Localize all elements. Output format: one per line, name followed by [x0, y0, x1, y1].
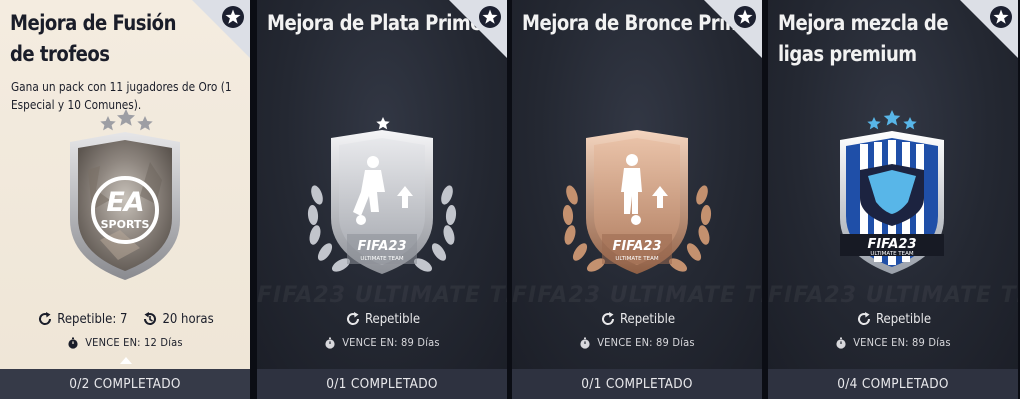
expires-label: VENCE EN: 89 Días: [342, 336, 440, 349]
stopwatch-icon: [68, 337, 78, 349]
expire-info: VENCE EN: 12 Días: [0, 336, 250, 349]
selected-indicator: [120, 357, 132, 364]
svg-text:FIFA23: FIFA23: [612, 239, 661, 254]
progress-footer: 0/4 COMPLETADO: [768, 369, 1018, 399]
refresh-timer-icon: [144, 312, 157, 325]
objective-card-bronze-prime[interactable]: Mejora de Bronce Prime FIFA23 ULTIMATE T…: [512, 0, 762, 399]
svg-text:FIFA23: FIFA23: [867, 237, 916, 252]
svg-text:SPORTS: SPORTS: [101, 218, 150, 231]
bronze-player-shield-icon: FIFA23 ULTIMATE TEAM: [562, 130, 712, 274]
stopwatch-icon: [836, 337, 846, 349]
expires-label: VENCE EN: 12 Días: [85, 336, 183, 349]
favorite-star-button[interactable]: [190, 0, 250, 60]
expires-label: VENCE EN: 89 Días: [597, 336, 695, 349]
svg-text:ULTIMATE TEAM: ULTIMATE TEAM: [615, 256, 659, 262]
svg-text:FIFA23: FIFA23: [357, 239, 406, 254]
svg-text:ULTIMATE TEAM: ULTIMATE TEAM: [360, 256, 404, 262]
repeat-label: Repetible: [364, 311, 421, 327]
star-icon: [479, 6, 501, 28]
favorite-star-button[interactable]: [447, 0, 507, 60]
expire-info: VENCE EN: 89 Días: [512, 336, 762, 349]
repeat-label: Repetible: [619, 311, 676, 327]
repeat-info: Repetible: [768, 310, 1018, 328]
expires-label: VENCE EN: 89 Días: [853, 336, 951, 349]
card-title: Mejora mezcla de ligas premium: [778, 11, 949, 66]
repeat-label: Repetible: 7: [57, 311, 128, 327]
progress-footer: 0/1 COMPLETADO: [257, 369, 507, 399]
objective-card-league-mix[interactable]: Mejora mezcla de ligas premium FIFA23 UL…: [768, 0, 1018, 399]
silver-player-shield-icon: FIFA23 ULTIMATE TEAM: [307, 117, 457, 274]
repeat-icon: [857, 312, 870, 325]
timer-label: 20 horas: [162, 311, 214, 327]
repeat-icon: [346, 312, 359, 325]
stopwatch-icon: [580, 337, 590, 349]
league-mix-shield-icon: FIFA23 ULTIMATE TEAM: [840, 110, 944, 274]
svg-text:EA: EA: [106, 187, 143, 218]
card-title: Mejora de Fusión de trofeos: [10, 11, 176, 66]
favorite-star-button[interactable]: [958, 0, 1018, 60]
repeat-info: Repetible: [512, 310, 762, 328]
favorite-star-button[interactable]: [702, 0, 762, 60]
star-icon: [734, 6, 756, 28]
star-icon: [222, 6, 244, 28]
repeat-label: Repetible: [875, 311, 932, 327]
svg-text:ULTIMATE TEAM: ULTIMATE TEAM: [870, 251, 914, 257]
progress-footer: 0/2 COMPLETADO: [0, 369, 250, 399]
progress-footer: 0/1 COMPLETADO: [512, 369, 762, 399]
repeat-info: Repetible: 7 20 horas: [0, 310, 250, 328]
repeat-icon: [39, 312, 52, 325]
star-icon: [990, 6, 1012, 28]
expire-info: VENCE EN: 89 Días: [257, 336, 507, 349]
repeat-icon: [601, 312, 614, 325]
objective-card-silver-prime[interactable]: Mejora de Plata Prime FIFA23 ULTIMATE TE…: [257, 0, 507, 399]
repeat-info: Repetible: [257, 310, 507, 328]
ea-sports-shield-icon: EA SPORTS: [70, 109, 180, 280]
stopwatch-icon: [325, 337, 335, 349]
expire-info: VENCE EN: 89 Días: [768, 336, 1018, 349]
objective-card-trophy-fusion[interactable]: Mejora de Fusión de trofeos Gana un pack…: [0, 0, 250, 399]
